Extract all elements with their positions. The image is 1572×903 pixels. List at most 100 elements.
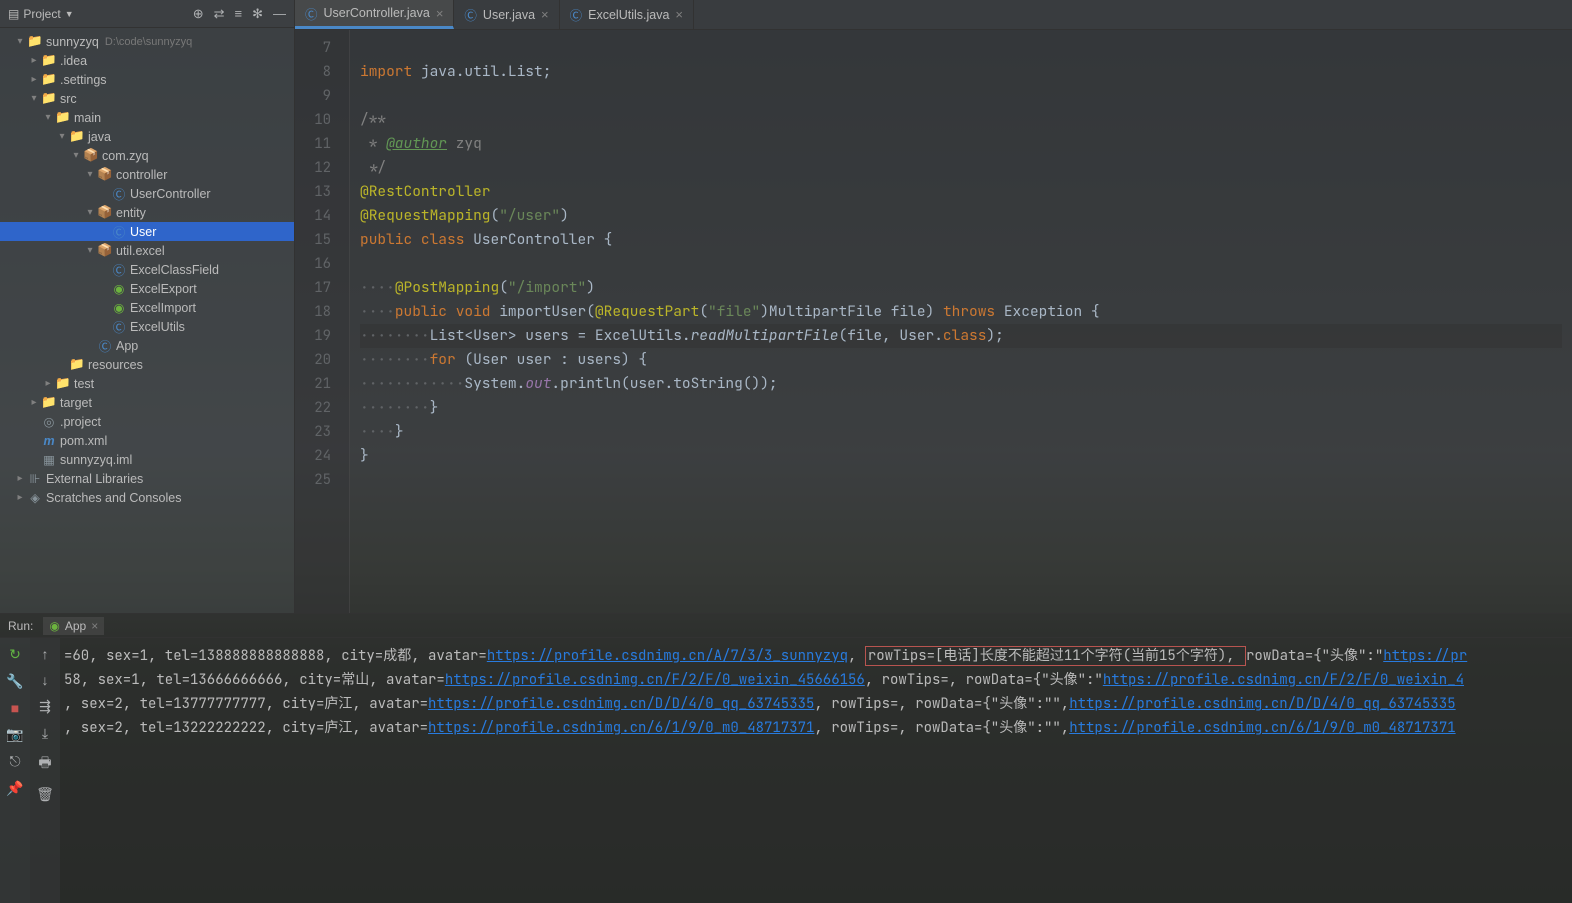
console-line: , sex=2, tel=13222222222, city=庐江, avata… <box>64 716 1568 740</box>
tree-arrow-icon[interactable]: ▾ <box>42 112 54 123</box>
tree-item-pom-xml[interactable]: mpom.xml <box>0 431 294 450</box>
tree-arrow-icon[interactable]: ▸ <box>28 74 40 85</box>
tree-item-user[interactable]: ⒸUser <box>0 222 294 241</box>
tree-item-test[interactable]: ▸📁test <box>0 374 294 393</box>
close-icon[interactable]: × <box>91 619 98 633</box>
console-output[interactable]: =60, sex=1, tel=138888888888888, city=成都… <box>60 638 1572 903</box>
close-icon[interactable]: × <box>541 7 549 22</box>
camera-icon[interactable]: 📷 <box>6 726 23 743</box>
tree-arrow-icon[interactable]: ▸ <box>28 55 40 66</box>
tab-label: UserController.java <box>324 6 430 20</box>
trash-icon[interactable]: 🗑 <box>36 786 54 803</box>
console-link[interactable]: https://pr <box>1383 647 1467 665</box>
tree-item-entity[interactable]: ▾📦entity <box>0 203 294 222</box>
tree-item-resources[interactable]: 📁resources <box>0 355 294 374</box>
tree-arrow-icon[interactable]: ▾ <box>70 150 82 161</box>
tree-item-util-excel[interactable]: ▾📦util.excel <box>0 241 294 260</box>
close-icon[interactable]: × <box>436 6 444 21</box>
tree-arrow-icon[interactable]: ▸ <box>42 378 54 389</box>
tree-item-external-libraries[interactable]: ▸⊪External Libraries <box>0 469 294 488</box>
rerun-icon[interactable]: ↻ <box>9 646 21 663</box>
tree-node-label: util.excel <box>114 244 165 258</box>
tree-node-label: .idea <box>58 54 87 68</box>
tree-arrow-icon[interactable]: ▾ <box>56 131 68 142</box>
exit-icon[interactable]: ⎋ <box>9 753 20 770</box>
tree-item-app[interactable]: ⒸApp <box>0 336 294 355</box>
file-icon: Ⓒ <box>305 4 318 23</box>
console-line: , sex=2, tel=13777777777, city=庐江, avata… <box>64 692 1568 716</box>
file-icon: Ⓒ <box>464 5 477 24</box>
tree-item-controller[interactable]: ▾📦controller <box>0 165 294 184</box>
collapse-icon[interactable]: ⇄ <box>214 6 225 22</box>
gear-icon[interactable]: ✻ <box>252 6 263 22</box>
tab-label: ExcelUtils.java <box>588 8 669 22</box>
tree-item-com-zyq[interactable]: ▾📦com.zyq <box>0 146 294 165</box>
tree-arrow-icon[interactable]: ▾ <box>28 93 40 104</box>
tree-node-icon: Ⓒ <box>110 184 128 203</box>
console-link[interactable]: https://profile.csdnimg.cn/D/D/4/0_qq_63… <box>1069 695 1455 713</box>
stop-icon[interactable]: ■ <box>11 700 19 716</box>
close-icon[interactable]: × <box>675 7 683 22</box>
console-link[interactable]: https://profile.csdnimg.cn/F/2/F/0_weixi… <box>1103 671 1464 689</box>
console-link[interactable]: https://profile.csdnimg.cn/A/7/3/3_sunny… <box>487 647 848 665</box>
tree-arrow-icon[interactable]: ▸ <box>14 473 26 484</box>
tree-item--project[interactable]: ◎.project <box>0 412 294 431</box>
up-icon[interactable]: ↑ <box>42 646 49 662</box>
tree-node-label: test <box>72 377 94 391</box>
tree-item--settings[interactable]: ▸📁.settings <box>0 70 294 89</box>
sidebar-header: ▤ Project ▼ ⊕ ⇄ ≡ ✻ — <box>0 0 294 28</box>
tree-node-label: Scratches and Consoles <box>44 491 182 505</box>
spring-icon: ◉ <box>49 619 59 633</box>
tree-node-label: User <box>128 225 156 239</box>
tree-arrow-icon[interactable]: ▾ <box>84 169 96 180</box>
tree-node-icon: 📁 <box>40 72 58 87</box>
tree-arrow-icon[interactable]: ▸ <box>28 397 40 408</box>
tree-arrow-icon[interactable]: ▾ <box>14 36 26 47</box>
tree-arrow-icon[interactable]: ▸ <box>14 492 26 503</box>
wrench-icon[interactable]: 🔧 <box>6 673 23 690</box>
tree-item-scratches-and-consoles[interactable]: ▸◈Scratches and Consoles <box>0 488 294 507</box>
tab-user-java[interactable]: ⒸUser.java× <box>454 0 559 29</box>
run-tab-label: App <box>65 619 86 633</box>
tree-item--idea[interactable]: ▸📁.idea <box>0 51 294 70</box>
tree-node-label: com.zyq <box>100 149 149 163</box>
tree-item-excelexport[interactable]: ◉ExcelExport <box>0 279 294 298</box>
console-link[interactable]: https://profile.csdnimg.cn/F/2/F/0_weixi… <box>445 671 865 689</box>
pin-icon[interactable]: 📌 <box>6 780 23 797</box>
code-editor[interactable]: import java.util.List; /** * @author zyq… <box>350 30 1572 613</box>
console-link[interactable]: https://profile.csdnimg.cn/6/1/9/0_m0_48… <box>1069 719 1455 737</box>
tree-item-target[interactable]: ▸📁target <box>0 393 294 412</box>
console-line: =60, sex=1, tel=138888888888888, city=成都… <box>64 644 1568 668</box>
tree-item-excelutils[interactable]: ⒸExcelUtils <box>0 317 294 336</box>
tree-node-icon: Ⓒ <box>110 260 128 279</box>
run-tab[interactable]: ◉ App × <box>43 617 104 635</box>
tab-usercontroller-java[interactable]: Ⓒ UserController.java × <box>295 0 454 29</box>
down-icon[interactable]: ↓ <box>42 672 49 688</box>
console-link[interactable]: https://profile.csdnimg.cn/D/D/4/0_qq_63… <box>428 695 814 713</box>
tree-node-icon: m <box>40 434 58 448</box>
tab-excelutils-java[interactable]: ⒸExcelUtils.java× <box>560 0 694 29</box>
tree-item-java[interactable]: ▾📁java <box>0 127 294 146</box>
tree-item-excelclassfield[interactable]: ⒸExcelClassField <box>0 260 294 279</box>
tree-arrow-icon[interactable]: ▾ <box>84 245 96 256</box>
scroll-icon[interactable]: ⤓ <box>42 725 48 742</box>
tree-item-main[interactable]: ▾📁main <box>0 108 294 127</box>
project-tree[interactable]: ▾📁sunnyzyqD:\code\sunnyzyq▸📁.idea▸📁.sett… <box>0 28 294 613</box>
tree-item-sunnyzyq[interactable]: ▾📁sunnyzyqD:\code\sunnyzyq <box>0 32 294 51</box>
tree-item-src[interactable]: ▾📁src <box>0 89 294 108</box>
tree-arrow-icon[interactable]: ▾ <box>84 207 96 218</box>
print-icon[interactable]: 🖶 <box>38 752 51 776</box>
console-link[interactable]: https://profile.csdnimg.cn/6/1/9/0_m0_48… <box>428 719 814 737</box>
wrap-icon[interactable]: ⇶ <box>39 698 51 715</box>
chevron-down-icon[interactable]: ▼ <box>65 9 74 19</box>
tree-item-sunnyzyq-iml[interactable]: ▦sunnyzyq.iml <box>0 450 294 469</box>
sidebar-title[interactable]: Project <box>23 7 60 21</box>
tree-item-usercontroller[interactable]: ⒸUserController <box>0 184 294 203</box>
hide-icon[interactable]: — <box>273 6 286 22</box>
tree-node-icon: 📦 <box>82 148 100 163</box>
run-toolbar-secondary: ↑ ↓ ⇶ ⤓ 🖶 🗑 <box>30 638 60 903</box>
expand-icon[interactable]: ≡ <box>235 6 243 22</box>
tree-item-excelimport[interactable]: ◉ExcelImport <box>0 298 294 317</box>
locate-icon[interactable]: ⊕ <box>193 6 204 22</box>
tree-node-label: ExcelImport <box>128 301 196 315</box>
